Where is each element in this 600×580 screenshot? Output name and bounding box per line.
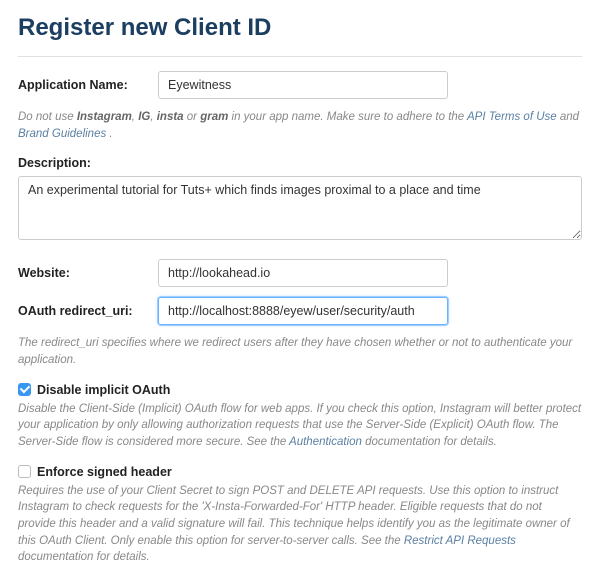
app-name-hint: Do not use Instagram, IG, insta or gram … [18,109,582,142]
redirect-row: OAuth redirect_uri: [18,297,582,325]
brand-guidelines-link[interactable]: Brand Guidelines [18,128,106,140]
app-name-row: Application Name: [18,71,582,99]
enforce-signed-hint: Requires the use of your Client Secret t… [18,483,582,566]
website-input[interactable] [158,259,448,287]
disable-implicit-row: Disable implicit OAuth [18,383,582,397]
page-title: Register new Client ID [18,14,582,42]
enforce-signed-label: Enforce signed header [37,465,172,479]
restrict-api-link[interactable]: Restrict API Requests [404,535,516,547]
divider [18,56,582,57]
app-name-input[interactable] [158,71,448,99]
enforce-signed-checkbox[interactable] [18,465,31,478]
app-name-label: Application Name: [18,78,158,92]
website-row: Website: [18,259,582,287]
redirect-label: OAuth redirect_uri: [18,304,158,318]
description-textarea[interactable]: An experimental tutorial for Tuts+ which… [18,176,582,240]
disable-implicit-hint: Disable the Client-Side (Implicit) OAuth… [18,401,582,451]
redirect-input[interactable] [158,297,448,325]
enforce-signed-row: Enforce signed header [18,465,582,479]
api-terms-link[interactable]: API Terms of Use [467,111,557,123]
website-label: Website: [18,266,158,280]
redirect-hint: The redirect_uri specifies where we redi… [18,335,582,368]
authentication-link[interactable]: Authentication [289,436,362,448]
description-label: Description: [18,156,582,170]
disable-implicit-checkbox[interactable] [18,383,31,396]
disable-implicit-label: Disable implicit OAuth [37,383,170,397]
